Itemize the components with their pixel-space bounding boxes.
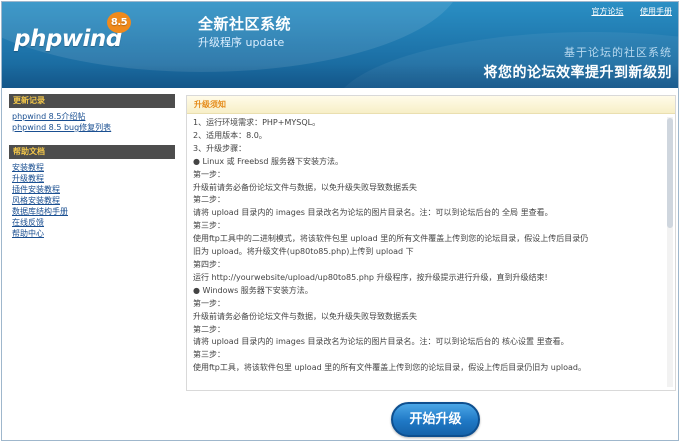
logo-text: phpwind <box>14 26 122 52</box>
system-subtitle: 升级程序 update <box>198 36 285 49</box>
notice-line: 请将 upload 目录内的 images 目录改名为论坛的图片目录名。注：可以… <box>193 208 553 218</box>
notice-line: 第三步： <box>193 350 225 360</box>
sidebar-item-feedback[interactable]: 在线反馈 <box>12 217 175 228</box>
notice-line: 第四步： <box>193 259 225 269</box>
scrollbar-thumb[interactable] <box>667 118 673 228</box>
header-banner: phpwind 8.5 全新社区系统 升级程序 update 官方论坛 使用手册… <box>2 2 678 88</box>
notice-line: 升级前请务必备份论坛文件与数据，以免升级失败导致数据丢失 <box>193 311 417 321</box>
slogan-small: 基于论坛的社区系统 <box>564 46 672 59</box>
notice-line: 使用ftp工具中的二进制模式，将该软件包里 upload 里的所有文件覆盖上传到… <box>193 234 589 244</box>
notice-line: 请将 upload 目录内的 images 目录改名为论坛的图片目录名。注：可以… <box>193 337 569 347</box>
notice-line: 旧为 upload。将升级文件(up80to85.php)上传到 upload … <box>193 247 414 257</box>
slogan-big: 将您的论坛效率提升到新级别 <box>483 65 672 81</box>
sidebar-item-plugin-guide[interactable]: 插件安装教程 <box>12 184 175 195</box>
start-upgrade-button[interactable]: 开始升级 <box>391 402 480 437</box>
panel-title: 升级须知 <box>187 96 675 114</box>
notice-line: 第二步： <box>193 324 225 334</box>
notice-line: 使用ftp工具，将该软件包里 upload 里的所有文件覆盖上传到您的论坛目录，… <box>193 363 587 373</box>
upgrade-notice-panel: 升级须知 1、运行环境需求：PHP+MYSQL。 2、适用版本：8.0。 3、升… <box>186 95 676 391</box>
official-forum-link[interactable]: 官方论坛 <box>591 7 623 16</box>
sidebar-item-intro-post[interactable]: phpwind 8.5介绍帖 <box>12 111 175 122</box>
notice-line: 1、运行环境需求：PHP+MYSQL。 <box>193 118 321 127</box>
notice-line: 第一步： <box>193 169 225 179</box>
sidebar-item-upgrade-guide[interactable]: 升级教程 <box>12 173 175 184</box>
sidebar-item-style-guide[interactable]: 风格安装教程 <box>12 195 175 206</box>
notice-line: 第三步： <box>193 221 225 231</box>
sidebar-item-bug-fix-list[interactable]: phpwind 8.5 bug修复列表 <box>12 122 175 133</box>
help-docs-box: 帮助文档 安装教程 升级教程 插件安装教程 风格安装教程 数据库结构手册 在线反… <box>9 145 175 239</box>
notice-line: 3、升级步骤： <box>193 143 247 153</box>
sidebar-item-help-center[interactable]: 帮助中心 <box>12 228 175 239</box>
update-log-box: 更新记录 phpwind 8.5介绍帖 phpwind 8.5 bug修复列表 <box>9 94 175 133</box>
notice-text-area[interactable]: 1、运行环境需求：PHP+MYSQL。 2、适用版本：8.0。 3、升级步骤： … <box>193 117 663 387</box>
app-window: phpwind 8.5 全新社区系统 升级程序 update 官方论坛 使用手册… <box>1 1 679 441</box>
system-title: 全新社区系统 <box>198 15 292 33</box>
notice-line: ● Linux 或 Freebsd 服务器下安装方法。 <box>193 156 344 166</box>
notice-line: ● Windows 服务器下安装方法。 <box>193 285 313 295</box>
user-manual-link[interactable]: 使用手册 <box>640 7 672 16</box>
notice-line: 第二步： <box>193 195 225 205</box>
help-docs-title: 帮助文档 <box>9 145 175 159</box>
sidebar-item-db-manual[interactable]: 数据库结构手册 <box>12 206 175 217</box>
sidebar-item-install-guide[interactable]: 安装教程 <box>12 162 175 173</box>
update-log-title: 更新记录 <box>9 94 175 108</box>
notice-line: 升级前请务必备份论坛文件与数据，以免升级失败导致数据丢失 <box>193 182 417 192</box>
phpwind-logo: phpwind 8.5 <box>14 12 131 52</box>
notice-line: 第一步： <box>193 298 225 308</box>
notice-line: 2、适用版本：8.0。 <box>193 130 267 140</box>
top-links: 官方论坛 使用手册 <box>577 6 672 17</box>
notice-line: 运行 http://yourwebsite/upload/up80to85.ph… <box>193 272 548 282</box>
sidebar: 更新记录 phpwind 8.5介绍帖 phpwind 8.5 bug修复列表 … <box>9 94 175 251</box>
logo-version-badge: 8.5 <box>107 12 131 33</box>
